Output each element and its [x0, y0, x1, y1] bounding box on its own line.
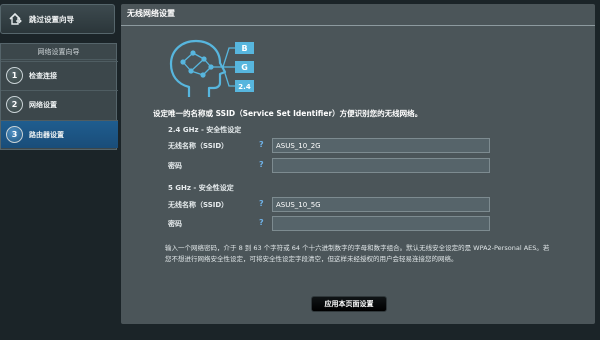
key-label-5ghz: 密码	[168, 220, 182, 228]
step-number: 1	[6, 67, 23, 84]
ssid-description: 设定唯一的名称或 SSID（Service Set Identifier）方便识…	[153, 109, 423, 118]
wizard-title: 网络设置向导	[1, 44, 116, 60]
main-panel: 无线网络设置 B G 2.4 设定唯一的名称或 SSID（Service Set…	[121, 4, 595, 324]
help-icon[interactable]: ?	[259, 200, 267, 208]
band-label-b: B	[241, 44, 247, 53]
step-number: 2	[6, 96, 23, 113]
key-label-24ghz: 密码	[168, 162, 182, 170]
ssid-label-5ghz: 无线名称（SSID）	[168, 201, 229, 209]
help-icon[interactable]: ?	[259, 161, 267, 169]
skip-wizard-label: 跳过设置向导	[29, 14, 74, 24]
sidebar: 跳过设置向导 网络设置向导 1 检查连接 2 网络设置 3 路由器设置	[0, 0, 118, 340]
head-network-icon: B G 2.4	[169, 39, 254, 97]
step-router-setup[interactable]: 3 路由器设置	[1, 120, 118, 148]
ssid-input-5ghz[interactable]	[272, 197, 490, 212]
help-icon[interactable]: ?	[259, 219, 267, 227]
step-label: 路由器设置	[29, 130, 64, 139]
help-icon[interactable]: ?	[259, 141, 267, 149]
apply-settings-button[interactable]: 应用本页面设置	[311, 296, 387, 312]
page-title: 无线网络设置	[121, 4, 595, 26]
step-number: 3	[6, 126, 23, 143]
ssid-label-24ghz: 无线名称（SSID）	[168, 142, 229, 150]
band-label-g: G	[241, 63, 248, 72]
wizard-steps-panel: 网络设置向导 1 检查连接 2 网络设置 3 路由器设置	[0, 43, 118, 150]
step-label: 检查连接	[29, 71, 57, 80]
key-input-24ghz[interactable]	[272, 158, 490, 173]
password-note: 输入一个网络密码，介于 8 到 63 个字符或 64 个十六进制数字的字母和数字…	[165, 244, 550, 263]
section-title-5ghz: 5 GHz - 安全性设定	[168, 184, 234, 192]
step-check-connection[interactable]: 1 检查连接	[1, 61, 118, 89]
step-network-setup[interactable]: 2 网络设置	[1, 90, 118, 118]
wizard-exit-icon	[9, 12, 22, 25]
key-input-5ghz[interactable]	[272, 216, 490, 231]
band-label-24: 2.4	[238, 83, 251, 91]
section-title-24ghz: 2.4 GHz - 安全性设定	[168, 126, 242, 134]
skip-wizard-button[interactable]: 跳过设置向导	[0, 4, 115, 34]
step-label: 网络设置	[29, 100, 57, 109]
ssid-input-24ghz[interactable]	[272, 138, 490, 153]
